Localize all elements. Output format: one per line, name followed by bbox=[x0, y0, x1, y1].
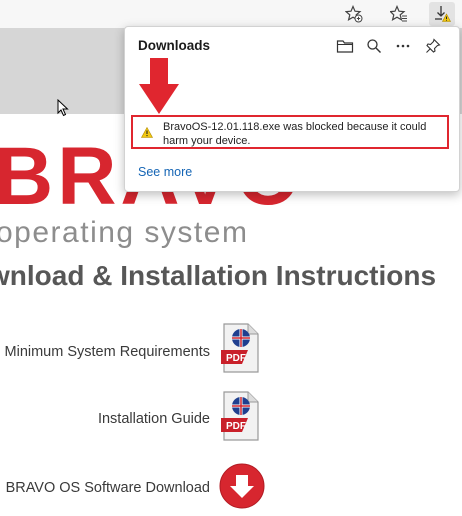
downloads-warning-icon[interactable] bbox=[429, 2, 455, 26]
downloads-title: Downloads bbox=[138, 38, 211, 53]
svg-text:PDF: PDF bbox=[226, 353, 246, 364]
installation-guide-link[interactable]: Installation Guide bbox=[98, 411, 210, 427]
download-icon[interactable] bbox=[219, 463, 265, 509]
requirements-link[interactable]: Minimum System Requirements bbox=[5, 344, 210, 360]
blocked-download-item[interactable]: BravoOS-12.01.118.exe was blocked becaus… bbox=[131, 115, 449, 149]
blocked-message: BravoOS-12.01.118.exe was blocked becaus… bbox=[163, 121, 427, 147]
browser-toolbar bbox=[0, 0, 462, 28]
favorites-icon[interactable] bbox=[386, 2, 412, 26]
folder-icon[interactable] bbox=[334, 35, 356, 57]
logo-tagline: operating system bbox=[0, 216, 249, 249]
pdf-icon[interactable]: PDF bbox=[218, 322, 260, 374]
search-icon[interactable] bbox=[363, 35, 385, 57]
more-icon[interactable] bbox=[392, 35, 414, 57]
pin-icon[interactable] bbox=[422, 35, 444, 57]
annotation-arrow-icon bbox=[139, 58, 179, 114]
favorites-add-icon[interactable] bbox=[341, 2, 367, 26]
mouse-cursor-icon bbox=[57, 99, 69, 117]
downloads-flyout: Downloads BravoOS-12.01.118.exe was bloc… bbox=[124, 26, 460, 192]
svg-text:PDF: PDF bbox=[226, 421, 246, 432]
page-heading: wnload & Installation Instructions bbox=[0, 260, 437, 291]
pdf-icon[interactable]: PDF bbox=[218, 390, 260, 442]
software-download-link[interactable]: BRAVO OS Software Download bbox=[6, 480, 210, 496]
warning-icon bbox=[141, 127, 153, 138]
see-more-link[interactable]: See more bbox=[138, 165, 192, 179]
